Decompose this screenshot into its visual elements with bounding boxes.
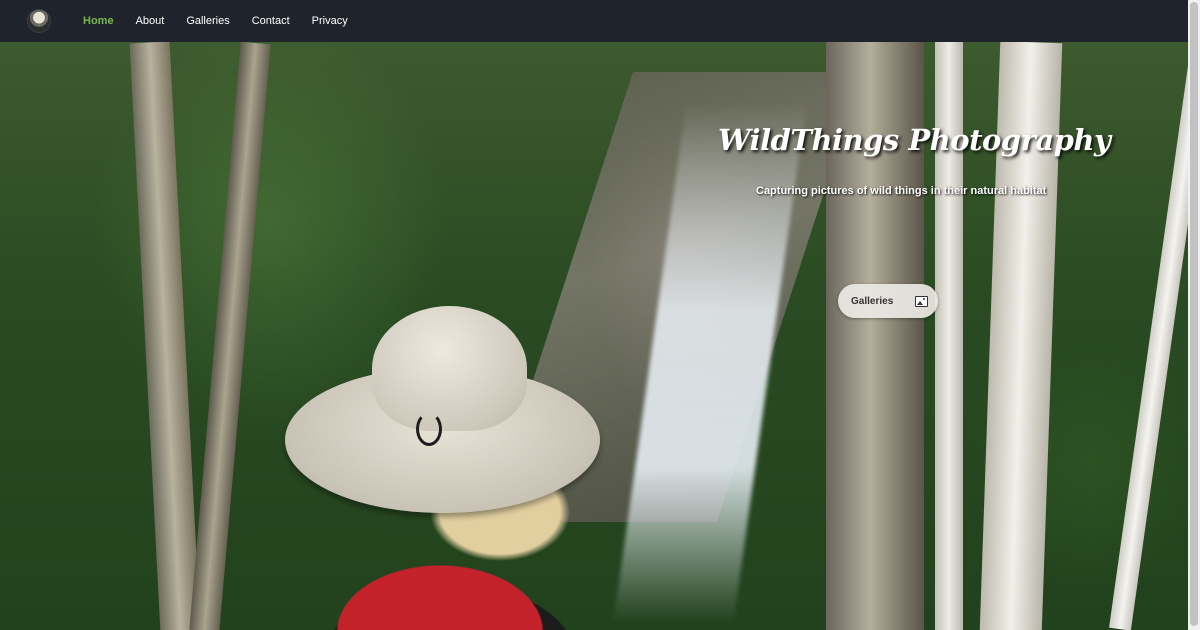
galleries-button-label: Galleries bbox=[851, 295, 894, 307]
tree-trunk bbox=[129, 42, 201, 630]
navbar: Home About Galleries Contact Privacy bbox=[0, 0, 1188, 42]
hiker-hat-crown bbox=[372, 306, 527, 431]
nav-privacy-link[interactable]: Privacy bbox=[312, 0, 348, 42]
galleries-button[interactable]: Galleries bbox=[838, 284, 938, 318]
hat-cord-toggle bbox=[416, 412, 442, 446]
nav-contact-link[interactable]: Contact bbox=[252, 0, 290, 42]
nav-galleries-link[interactable]: Galleries bbox=[186, 0, 229, 42]
vertical-scrollbar[interactable] bbox=[1188, 0, 1200, 630]
scrollbar-thumb[interactable] bbox=[1190, 2, 1198, 626]
nav-about-link[interactable]: About bbox=[136, 0, 165, 42]
nav-home-link[interactable]: Home bbox=[83, 0, 114, 42]
site-title: WildThings Photography bbox=[718, 123, 1111, 157]
site-logo-icon[interactable] bbox=[28, 10, 50, 32]
image-icon bbox=[915, 295, 928, 307]
tree-trunk bbox=[1109, 43, 1188, 630]
site-tagline: Capturing pictures of wild things in the… bbox=[756, 185, 1047, 197]
